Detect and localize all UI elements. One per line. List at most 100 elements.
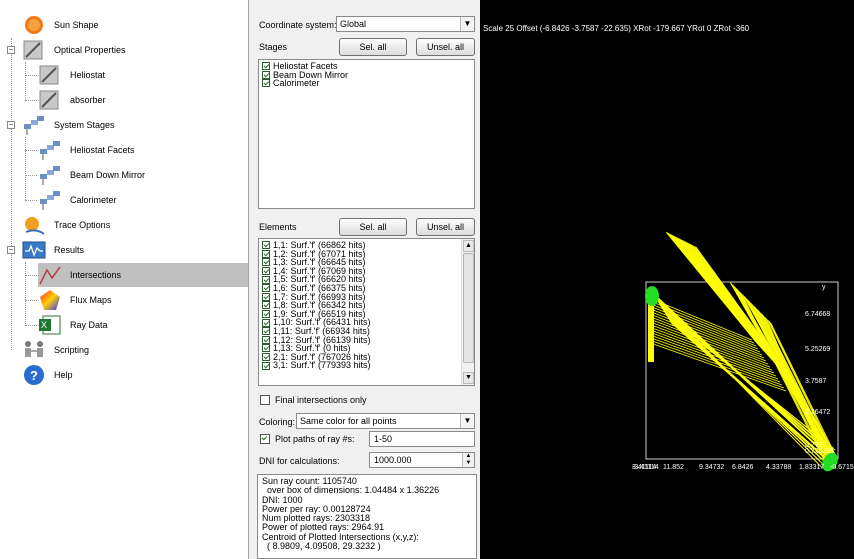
svg-text:X: X: [41, 320, 47, 330]
y-axis-label: y: [822, 284, 826, 291]
x-tick-label: 4.33788: [766, 464, 791, 471]
y-tick-label: 2.26472: [805, 409, 830, 416]
element-label: 3,1: Surf.'f' (779393 hits): [273, 360, 371, 371]
elements-select-all-button[interactable]: Sel. all: [339, 218, 407, 236]
stage-checkbox[interactable]: [262, 70, 270, 79]
dni-input[interactable]: 1000.000 ▲ ▼: [369, 452, 475, 468]
tree-connector: [25, 325, 37, 326]
scripting-icon: [22, 339, 46, 361]
coloring-select[interactable]: Same color for all points ▼: [296, 413, 475, 429]
help-icon: ?: [22, 364, 46, 386]
x-tick-label: 1.83317: [799, 464, 824, 471]
plot-paths-input[interactable]: 1-50: [369, 431, 475, 447]
scroll-thumb[interactable]: [463, 253, 474, 363]
ray-plot-viewer[interactable]: Scale 25 Offset (-6.8426 -3.7587 -22.635…: [480, 0, 854, 559]
tree-item-ray-data[interactable]: X Ray Data: [38, 313, 108, 337]
elements-label: Elements: [259, 222, 297, 232]
tree-connector: [25, 200, 37, 201]
stage-checkbox[interactable]: [262, 79, 270, 88]
intersections-icon: [38, 264, 62, 286]
spin-arrows-icon[interactable]: ▲ ▼: [462, 453, 474, 467]
trace-icon: [22, 214, 46, 236]
element-checkbox[interactable]: [262, 361, 270, 370]
coordinate-system-select[interactable]: Global ▼: [336, 16, 475, 32]
intersections-panel: Coordinate system: Global ▼ Stages Sel. …: [251, 0, 480, 559]
element-checkbox[interactable]: [262, 327, 270, 336]
chevron-down-icon: ▼: [460, 17, 474, 31]
tree-item-label: Ray Data: [70, 320, 108, 330]
element-checkbox[interactable]: [262, 249, 270, 258]
tree-item-label: Intersections: [70, 270, 122, 280]
tree-item-scripting[interactable]: Scripting: [22, 338, 89, 362]
plot-paths-checkbox[interactable]: [260, 434, 270, 444]
tree-item-absorber[interactable]: absorber: [38, 88, 106, 112]
final-intersections-option[interactable]: Final intersections only: [260, 395, 367, 405]
element-checkbox[interactable]: [262, 318, 270, 327]
element-checkbox[interactable]: [262, 241, 270, 250]
tree-connector: [25, 150, 37, 151]
tree-item-calorimeter[interactable]: Calorimeter: [38, 188, 117, 212]
tree-item-label: Calorimeter: [70, 195, 117, 205]
tree-item-label: Scripting: [54, 345, 90, 355]
tree-item-flux-maps[interactable]: Flux Maps: [38, 288, 112, 312]
stage-icon: [38, 139, 62, 161]
element-checkbox[interactable]: [262, 267, 270, 276]
y-tick-label: 3.7587: [805, 378, 827, 385]
element-checkbox[interactable]: [262, 301, 270, 310]
tree-item-beam-down-mirror[interactable]: Beam Down Mirror: [38, 163, 145, 187]
elements-unselect-all-button[interactable]: Unsel. all: [416, 218, 475, 236]
collapse-toggle-stages[interactable]: −: [7, 121, 15, 129]
element-checkbox[interactable]: [262, 284, 270, 293]
element-checkbox[interactable]: [262, 353, 270, 362]
element-checkbox[interactable]: [262, 310, 270, 319]
tree-connector: [25, 275, 37, 276]
ray-plot-canvas[interactable]: 6.746685.252693.75872.264720.7730.725295…: [480, 0, 854, 559]
element-checkbox[interactable]: [262, 335, 270, 344]
dni-label: DNI for calculations:: [259, 456, 340, 466]
plot-paths-option[interactable]: Plot paths of ray #s:: [260, 434, 355, 444]
material-icon: [22, 39, 46, 61]
tree-connector: [25, 62, 26, 100]
scroll-up-icon[interactable]: ▲: [463, 240, 474, 252]
tree-item-heliostat-facets[interactable]: Heliostat Facets: [38, 138, 135, 162]
elements-scrollbar[interactable]: ▲ ▼: [461, 239, 474, 385]
sun-icon: [22, 14, 46, 36]
tree-item-optical-properties[interactable]: Optical Properties: [22, 38, 126, 62]
stages-select-all-button[interactable]: Sel. all: [339, 38, 407, 56]
stage-checkbox[interactable]: [262, 62, 270, 71]
element-row[interactable]: 3,1: Surf.'f' (779393 hits): [259, 361, 474, 370]
x-tick-label: 6.8426: [732, 464, 754, 471]
element-checkbox[interactable]: [262, 292, 270, 301]
tree-item-label: Heliostat: [70, 70, 106, 80]
results-icon: [22, 239, 46, 261]
element-checkbox[interactable]: [262, 258, 270, 267]
tree-connector: [11, 38, 12, 350]
scroll-down-icon[interactable]: ▼: [463, 372, 474, 384]
stages-unselect-all-button[interactable]: Unsel. all: [416, 38, 475, 56]
elements-list[interactable]: 1,1: Surf.'f' (66862 hits) 1,2: Surf.'f' …: [258, 238, 475, 386]
collapse-toggle-results[interactable]: −: [7, 246, 15, 254]
summary-line: ( 8.9809, 4.09508, 29.3232 ): [262, 541, 381, 552]
final-intersections-checkbox[interactable]: [260, 395, 270, 405]
element-checkbox[interactable]: [262, 275, 270, 284]
tree-connector: [25, 137, 26, 200]
tree-item-results[interactable]: Results: [22, 238, 84, 262]
heliostat-facets-marker: [645, 286, 659, 306]
project-tree: − − − Sun Shape Optical Properties Helio…: [0, 0, 249, 559]
collapse-toggle-optical[interactable]: −: [7, 46, 15, 54]
tree-item-heliostat[interactable]: Heliostat: [38, 63, 105, 87]
tree-connector: [25, 262, 26, 324]
tree-item-label: System Stages: [54, 120, 115, 130]
x-tick-label: 11.852: [663, 464, 684, 471]
elements-list-body: 1,1: Surf.'f' (66862 hits) 1,2: Surf.'f' …: [259, 239, 474, 370]
tree-item-intersections[interactable]: Intersections: [38, 263, 248, 287]
tree-item-help[interactable]: ? Help: [22, 363, 73, 387]
tree-item-system-stages[interactable]: System Stages: [22, 113, 115, 137]
material-icon: [38, 64, 62, 86]
element-checkbox[interactable]: [262, 344, 270, 353]
tree-item-trace-options[interactable]: Trace Options: [22, 213, 110, 237]
x-tick-label: 9.34732: [699, 464, 724, 471]
stage-icon: [22, 114, 46, 136]
stage-row[interactable]: Calorimeter: [259, 79, 474, 88]
tree-item-sun-shape[interactable]: Sun Shape: [22, 13, 99, 37]
